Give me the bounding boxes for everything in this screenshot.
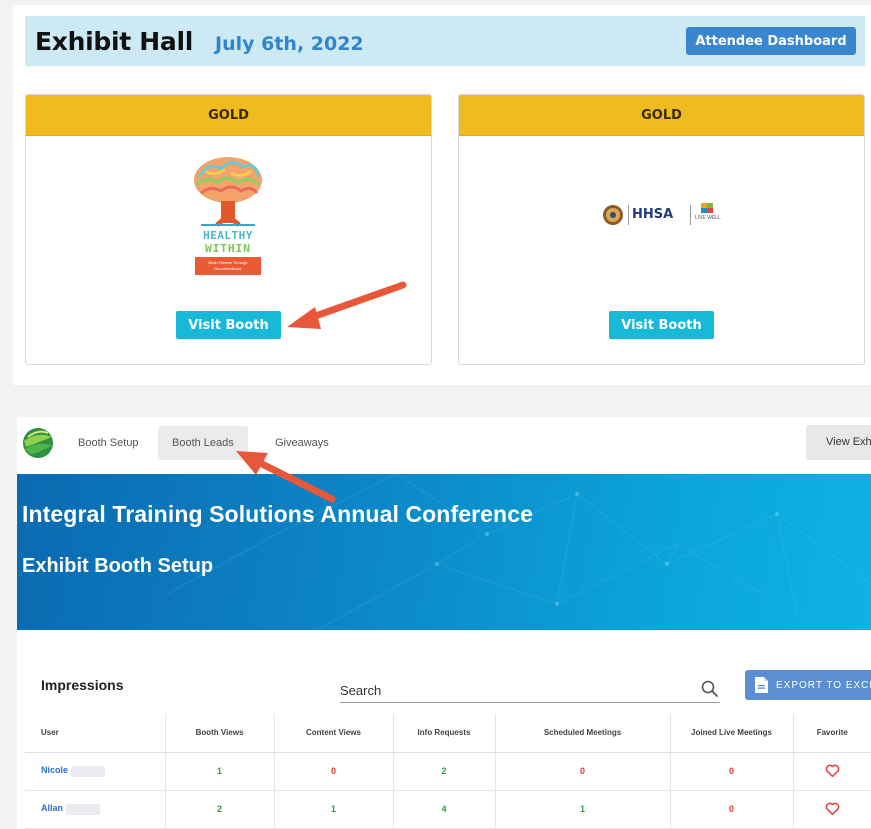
booth-setup-panel: Booth Setup Booth Leads Giveaways View E… bbox=[17, 417, 871, 829]
live-well-icon bbox=[701, 203, 713, 213]
info-requests-cell: 2 bbox=[392, 752, 495, 791]
booth-card-hhsa: GOLD HHSA LIVE WELL Visit Booth bbox=[458, 94, 865, 365]
user-link[interactable]: Allan bbox=[41, 803, 63, 813]
logo-text-healthy: HEALTHY bbox=[203, 229, 253, 242]
export-label: EXPORT TO EXCEL bbox=[776, 679, 871, 691]
nav-booth-setup[interactable]: Booth Setup bbox=[64, 426, 153, 460]
column-header-joined-live-meetings[interactable]: Joined Live Meetings bbox=[669, 714, 793, 753]
export-to-excel-button[interactable]: EXPORT TO EXCEL bbox=[745, 670, 871, 700]
booth-leads-table: User Booth Views Content Views Info Requ… bbox=[25, 714, 871, 829]
joined-live-meetings-cell: 0 bbox=[669, 752, 793, 791]
column-header-user[interactable]: User bbox=[25, 714, 165, 753]
logo-text-live-well: LIVE WELL bbox=[695, 215, 721, 221]
booth-tier-label: GOLD bbox=[26, 95, 431, 136]
logo-text-hhsa: HHSA bbox=[632, 207, 674, 222]
redacted-surname bbox=[66, 803, 101, 815]
column-header-info-requests[interactable]: Info Requests bbox=[392, 714, 495, 753]
attendee-dashboard-button[interactable]: Attendee Dashboard bbox=[686, 27, 856, 55]
hhsa-logo[interactable]: HHSA LIVE WELL bbox=[602, 202, 726, 228]
column-header-favorite[interactable]: Favorite bbox=[792, 714, 871, 753]
table-header-row: User Booth Views Content Views Info Requ… bbox=[25, 714, 871, 753]
info-requests-cell: 4 bbox=[392, 790, 495, 829]
table-row: Nicole 1 0 2 0 0 bbox=[25, 752, 871, 791]
heart-outline-icon[interactable] bbox=[825, 802, 840, 815]
logo-tagline: Brain Fitness Through Neurofeedback bbox=[195, 257, 261, 275]
booth-views-cell: 2 bbox=[164, 790, 274, 829]
table-row: Allan 2 1 4 1 0 bbox=[25, 790, 871, 829]
booth-views-cell: 1 bbox=[164, 752, 274, 791]
visit-booth-button[interactable]: Visit Booth bbox=[609, 311, 714, 339]
scheduled-meetings-cell: 1 bbox=[494, 790, 670, 829]
view-exhibit-button[interactable]: View Exhi bbox=[806, 425, 871, 460]
conference-banner: Integral Training Solutions Annual Confe… bbox=[17, 474, 871, 630]
search-icon[interactable] bbox=[700, 679, 720, 699]
impressions-heading: Impressions bbox=[41, 677, 124, 693]
exhibit-hall-panel: Exhibit Hall July 6th, 2022 Attendee Das… bbox=[13, 5, 871, 385]
page-title: Exhibit Hall bbox=[35, 27, 194, 56]
page-subtitle: Exhibit Booth Setup bbox=[22, 555, 214, 577]
joined-live-meetings-cell: 0 bbox=[669, 790, 793, 829]
search-input[interactable] bbox=[340, 680, 680, 700]
logo-text-within: WITHIN bbox=[205, 242, 251, 255]
heart-outline-icon[interactable] bbox=[825, 764, 840, 777]
redacted-surname bbox=[71, 765, 106, 777]
column-header-content-views[interactable]: Content Views bbox=[273, 714, 393, 753]
arrow-annotation-icon bbox=[287, 281, 407, 329]
search-box bbox=[340, 675, 720, 703]
event-date: July 6th, 2022 bbox=[215, 33, 364, 55]
column-header-booth-views[interactable]: Booth Views bbox=[164, 714, 274, 753]
user-link[interactable]: Nicole bbox=[41, 765, 68, 775]
banner-pattern bbox=[166, 474, 871, 630]
scheduled-meetings-cell: 0 bbox=[494, 752, 670, 791]
county-seal-icon bbox=[603, 205, 623, 225]
booth-tier-label: GOLD bbox=[459, 95, 864, 136]
top-nav: Booth Setup Booth Leads Giveaways View E… bbox=[17, 417, 871, 474]
booth-card-healthy-within: GOLD HEALTHY WITHIN Brain Fitness Throug… bbox=[25, 94, 432, 365]
column-header-scheduled-meetings[interactable]: Scheduled Meetings bbox=[494, 714, 670, 753]
app-logo-icon[interactable] bbox=[22, 427, 54, 459]
arrow-annotation-icon bbox=[236, 451, 336, 503]
content-views-cell: 0 bbox=[273, 752, 393, 791]
content-views-cell: 1 bbox=[273, 790, 393, 829]
healthy-within-logo[interactable]: HEALTHY WITHIN Brain Fitness Through Neu… bbox=[191, 155, 265, 277]
exhibit-hall-header: Exhibit Hall July 6th, 2022 Attendee Das… bbox=[25, 16, 865, 66]
visit-booth-button[interactable]: Visit Booth bbox=[176, 311, 281, 339]
file-icon bbox=[755, 677, 768, 693]
